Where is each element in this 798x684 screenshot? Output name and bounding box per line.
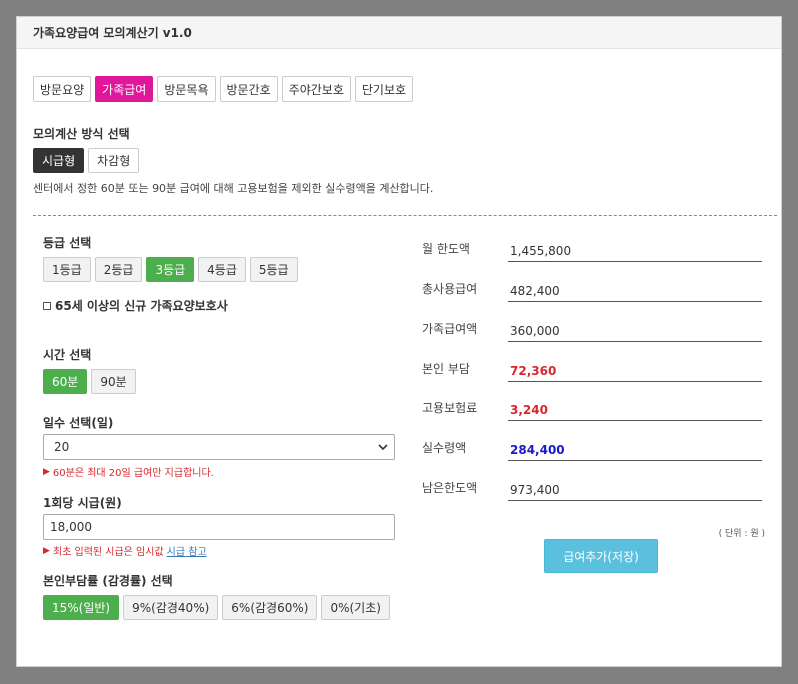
- tab-home-care[interactable]: 방문요양: [33, 76, 92, 102]
- senior-caregiver-row[interactable]: 65세 이상의 신규 가족요양보호사: [43, 297, 228, 314]
- result-remaining-limit-value: 973,400: [508, 479, 762, 501]
- grade-label: 등급 선택: [43, 236, 92, 250]
- days-note-text: 60분은 최대 20일 급여만 지급합니다.: [52, 468, 214, 479]
- grade-1-button[interactable]: 1등급: [43, 257, 91, 282]
- days-label: 일수 선택(일): [43, 416, 114, 430]
- result-copay: 본인 부담 72,360: [422, 360, 762, 382]
- grade-3-button[interactable]: 3등급: [146, 257, 195, 282]
- calculator-panel: 가족요양급여 모의계산기 v1.0 방문요양 가족급여 방문목욕 방문간호 주야…: [16, 16, 782, 667]
- time-60-button[interactable]: 60분: [43, 369, 88, 394]
- result-family-benefit: 가족급여액 360,000: [422, 320, 762, 342]
- tab-day-night-care[interactable]: 주야간보호: [281, 76, 351, 102]
- tab-home-nursing[interactable]: 방문간호: [219, 76, 278, 102]
- method-options: 시급형 차감형: [33, 148, 140, 173]
- copay-6-button[interactable]: 6%(감경60%): [222, 595, 318, 620]
- grade-2-button[interactable]: 2등급: [94, 257, 143, 282]
- result-total-used: 총사용급여 482,400: [422, 280, 762, 302]
- senior-caregiver-label: 65세 이상의 신규 가족요양보호사: [55, 299, 228, 313]
- tab-family-benefit[interactable]: 가족급여: [95, 76, 154, 102]
- grade-options: 1등급 2등급 3등급 4등급 5등급: [43, 257, 298, 282]
- result-monthly-limit-value: 1,455,800: [508, 240, 762, 262]
- chevron-down-icon: [378, 444, 388, 451]
- result-total-used-value: 482,400: [508, 280, 762, 302]
- save-benefit-button[interactable]: 급여추가(저장): [544, 539, 658, 573]
- section-divider: [33, 215, 777, 216]
- wage-note: ▶ 최초 입력된 시급은 임시값 시급 참고: [43, 543, 207, 559]
- panel-header: 가족요양급여 모의계산기 v1.0: [17, 17, 781, 49]
- method-description: 센터에서 정한 60분 또는 90분 급여에 대해 고용보험을 제외한 실수령액…: [33, 182, 434, 195]
- warning-triangle-icon: ▶: [43, 466, 50, 477]
- result-net-pay: 실수령액 284,400: [422, 439, 762, 461]
- days-select-value: 20: [54, 440, 70, 454]
- method-deduction-button[interactable]: 차감형: [88, 148, 140, 173]
- unit-note: ( 단위 : 원 ): [718, 529, 765, 539]
- result-monthly-limit: 월 한도액 1,455,800: [422, 240, 762, 262]
- grade-5-button[interactable]: 5등급: [249, 257, 298, 282]
- method-hourly-button[interactable]: 시급형: [33, 148, 85, 173]
- result-net-pay-value: 284,400: [508, 439, 762, 461]
- result-remaining-limit: 남은한도액 973,400: [422, 479, 762, 501]
- copay-15-button[interactable]: 15%(일반): [43, 595, 120, 620]
- warning-triangle-icon: ▶: [43, 545, 50, 556]
- wage-reference-link[interactable]: 시급 참고: [167, 543, 207, 558]
- copay-label: 본인부담률 (감경률) 선택: [43, 574, 173, 588]
- panel-title: 가족요양급여 모의계산기 v1.0: [33, 26, 192, 40]
- wage-input[interactable]: 18,000: [43, 514, 395, 540]
- time-options: 60분 90분: [43, 369, 136, 394]
- tab-home-bathing[interactable]: 방문목욕: [157, 76, 216, 102]
- result-employment-insurance-value: 3,240: [508, 399, 762, 421]
- copay-9-button[interactable]: 9%(감경40%): [123, 595, 219, 620]
- time-90-button[interactable]: 90분: [91, 369, 136, 394]
- tab-short-term-care[interactable]: 단기보호: [354, 76, 414, 102]
- copay-0-button[interactable]: 0%(기초): [321, 595, 390, 620]
- wage-note-text: 최초 입력된 시급은 임시값: [52, 547, 164, 558]
- result-employment-insurance: 고용보험료 3,240: [422, 399, 762, 421]
- days-note: ▶ 60분은 최대 20일 급여만 지급합니다.: [43, 464, 214, 480]
- service-tabs: 방문요양 가족급여 방문목욕 방문간호 주야간보호 단기보호: [33, 76, 414, 102]
- wage-label: 1회당 시급(원): [43, 496, 122, 510]
- time-label: 시간 선택: [43, 348, 92, 362]
- grade-4-button[interactable]: 4등급: [198, 257, 246, 282]
- method-label: 모의계산 방식 선택: [33, 127, 130, 141]
- copay-options: 15%(일반) 9%(감경40%) 6%(감경60%) 0%(기초): [43, 595, 390, 620]
- senior-caregiver-checkbox[interactable]: [43, 301, 51, 310]
- result-family-benefit-value: 360,000: [508, 320, 762, 342]
- result-copay-value: 72,360: [508, 360, 762, 382]
- days-select[interactable]: 20: [43, 434, 395, 460]
